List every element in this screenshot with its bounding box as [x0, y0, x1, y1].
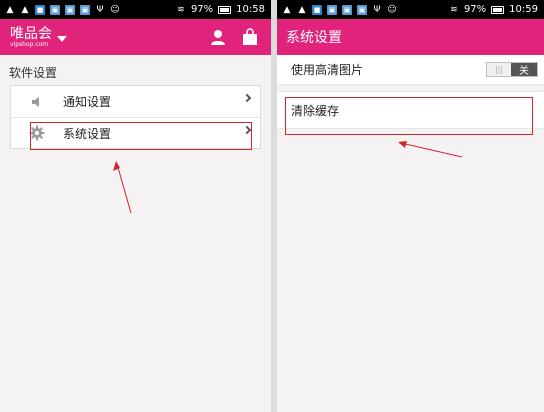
android-icon: ☺ — [110, 4, 120, 15]
gear-icon — [29, 125, 45, 141]
hd-images-toggle[interactable]: ||| 关 — [486, 62, 538, 77]
gear-icon-wrap — [11, 125, 63, 141]
screenshot-stage: ▲ ▲ ■ ▣ ▣ ▣ Ψ ☺ ≋ 97% 10:58 唯品会 vipshop.… — [0, 0, 544, 412]
status-indicators: ≋ 97% 10:58 — [176, 4, 265, 15]
settings-list: 通知设置 系统设置 — [10, 85, 261, 149]
section-title: 软件设置 — [9, 66, 58, 80]
warning-icon: ▲ — [298, 4, 306, 15]
speaker-icon-wrap — [11, 96, 63, 108]
chevron-right-icon — [242, 125, 252, 135]
app-notification-icon: ▣ — [50, 4, 60, 15]
warning-icon: ▲ — [283, 4, 291, 15]
user-icon[interactable] — [209, 28, 227, 46]
warning-icon: ▲ — [6, 4, 14, 15]
notification-icons: ▲ ▲ ■ ▣ ▣ ▣ Ψ ☺ — [282, 4, 397, 15]
brand-name: 唯品会 — [10, 25, 52, 42]
app-notification-icon: ■ — [35, 4, 45, 15]
hd-images-label: 使用高清图片 — [291, 63, 364, 77]
status-indicators: ≋ 97% 10:59 — [449, 4, 538, 15]
clock-time: 10:59 — [509, 4, 538, 15]
right-phone-screen: ▲ ▲ ■ ▣ ▣ ▣ Ψ ☺ ≋ 97% 10:59 系统设置 使用高清图片 … — [277, 0, 544, 412]
system-settings-label: 系统设置 — [63, 126, 112, 141]
notification-settings-item[interactable]: 通知设置 — [11, 86, 260, 117]
app-notification-icon: ▣ — [357, 4, 367, 15]
app-notification-icon: ▣ — [80, 4, 90, 15]
hd-images-setting: 使用高清图片 ||| 关 — [277, 55, 544, 85]
android-icon: ☺ — [387, 4, 397, 15]
app-notification-icon: ▣ — [327, 4, 337, 15]
toggle-state-label: 关 — [511, 63, 537, 77]
notification-settings-label: 通知设置 — [63, 95, 112, 109]
left-phone-screen: ▲ ▲ ■ ▣ ▣ ▣ Ψ ☺ ≋ 97% 10:58 唯品会 vipshop.… — [0, 0, 271, 412]
page-title: 系统设置 — [286, 30, 342, 46]
app-notification-icon: ▣ — [342, 4, 352, 15]
battery-percent: 97% — [190, 4, 214, 15]
toggle-track: ||| — [487, 63, 511, 76]
app-notification-icon: ■ — [312, 4, 322, 15]
app-notification-icon: ▣ — [65, 4, 75, 15]
chevron-right-icon — [242, 93, 252, 103]
clear-cache-label: 清除缓存 — [291, 103, 340, 118]
app-bar: 唯品会 vipshop.com — [0, 19, 271, 55]
status-bar: ▲ ▲ ■ ▣ ▣ ▣ Ψ ☺ ≋ 97% 10:59 — [277, 0, 544, 19]
usb-icon: Ψ — [96, 4, 104, 15]
clock-time: 10:58 — [236, 4, 265, 15]
app-bar: 系统设置 — [277, 19, 544, 55]
system-settings-item[interactable]: 系统设置 — [11, 117, 260, 148]
wifi-icon: ≋ — [450, 4, 458, 15]
caret-down-icon — [57, 35, 67, 42]
clear-cache-item[interactable]: 清除缓存 — [277, 91, 544, 129]
shopping-bag-icon[interactable] — [241, 28, 259, 46]
wifi-icon: ≋ — [177, 4, 185, 15]
speaker-icon — [32, 96, 39, 107]
brand-dropdown[interactable]: 唯品会 vipshop.com — [10, 27, 67, 48]
brand-logo: 唯品会 vipshop.com — [10, 27, 52, 48]
notification-icons: ▲ ▲ ■ ▣ ▣ ▣ Ψ ☺ — [5, 4, 120, 15]
status-bar: ▲ ▲ ■ ▣ ▣ ▣ Ψ ☺ ≋ 97% 10:58 — [0, 0, 271, 19]
battery-percent: 97% — [463, 4, 487, 15]
brand-domain: vipshop.com — [10, 40, 49, 48]
battery-icon — [218, 5, 232, 14]
usb-icon: Ψ — [373, 4, 381, 15]
warning-icon: ▲ — [21, 4, 29, 15]
app-bar-actions — [209, 28, 259, 46]
battery-icon — [491, 5, 505, 14]
